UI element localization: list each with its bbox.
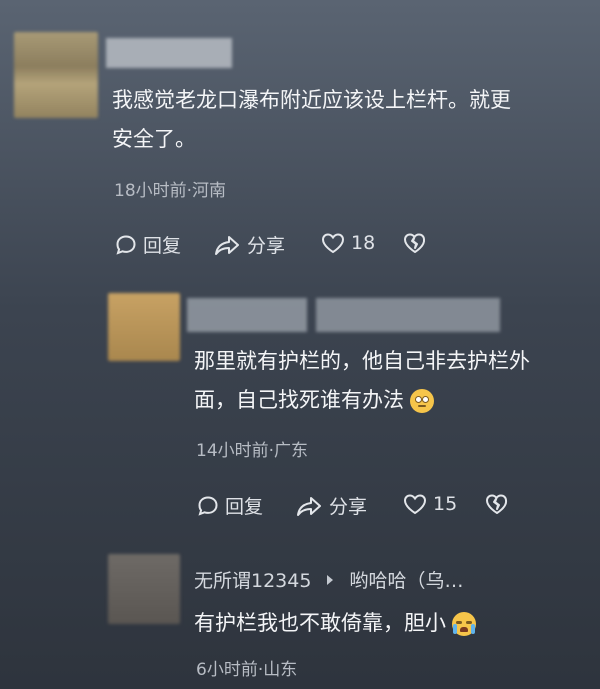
- share-label: 分享: [247, 235, 286, 257]
- reply-button[interactable]: 回复: [196, 492, 263, 519]
- reply-label: 回复: [225, 496, 264, 518]
- crying-emoji: [452, 612, 476, 636]
- broken-heart-icon: [486, 494, 508, 514]
- username-blurred[interactable]: [106, 38, 232, 68]
- dislike-button[interactable]: [484, 492, 515, 516]
- comment-text: 有护栏我也不敢倚靠，胆小: [194, 607, 476, 640]
- avatar[interactable]: [108, 554, 180, 624]
- reply-button[interactable]: 回复: [114, 231, 181, 258]
- comment-meta: 18小时前·河南: [114, 181, 227, 201]
- username-blurred[interactable]: [187, 298, 307, 332]
- comment-text: 我感觉老龙口瀑布附近应该设上栏杆。就更 安全了。: [112, 84, 592, 156]
- share-button[interactable]: 分享: [214, 231, 285, 258]
- comment-text-line: 那里就有护栏的，他自己非去护栏外: [194, 349, 530, 373]
- comment-text-line: 面，自己找死谁有办法: [194, 388, 404, 412]
- dislike-button[interactable]: [402, 231, 433, 255]
- heart-icon: [321, 233, 345, 254]
- like-button[interactable]: 15: [402, 492, 457, 516]
- like-button[interactable]: 18: [320, 231, 375, 255]
- share-label: 分享: [329, 496, 368, 518]
- share-icon: [215, 235, 239, 255]
- eye-roll-emoji: [410, 389, 434, 413]
- reply-target-name[interactable]: 哟哈哈（乌…: [349, 566, 463, 593]
- avatar[interactable]: [108, 293, 180, 361]
- comment-text-line: 我感觉老龙口瀑布附近应该设上栏杆。就更: [112, 88, 511, 112]
- comment-text: 那里就有护栏的，他自己非去护栏外 面，自己找死谁有办法: [194, 345, 594, 417]
- comment-meta: 14小时前·广东: [196, 441, 309, 461]
- comment-meta: 6小时前·山东: [196, 660, 298, 680]
- like-count: 15: [433, 493, 458, 515]
- share-icon: [297, 496, 321, 516]
- reply-icon: [198, 495, 218, 516]
- heart-icon: [403, 494, 427, 515]
- share-button[interactable]: 分享: [296, 492, 367, 519]
- broken-heart-icon: [404, 233, 426, 253]
- triangle-right-icon: [327, 574, 334, 585]
- reply-header: 无所谓12345 哟哈哈（乌…: [194, 566, 463, 593]
- avatar[interactable]: [14, 32, 98, 118]
- reply-label: 回复: [143, 235, 182, 257]
- reply-icon: [116, 234, 136, 255]
- username[interactable]: 无所谓12345: [194, 566, 311, 593]
- like-count: 18: [351, 232, 376, 254]
- comment-text-line: 安全了。: [112, 127, 196, 151]
- reply-target-blurred[interactable]: [316, 298, 500, 332]
